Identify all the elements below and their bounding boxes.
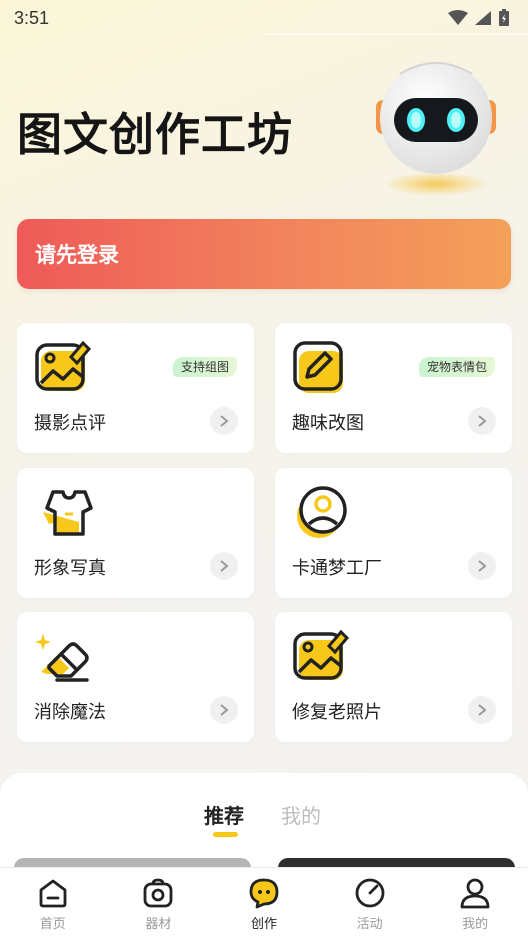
tool-card-restore[interactable]: 修复老照片 [275,612,512,742]
status-divider [265,34,528,35]
tab-indicator [213,832,238,837]
chevron-right-icon [468,552,496,580]
nav-create[interactable]: 创作 [211,868,317,939]
nav-activity-label: 活动 [356,917,383,932]
tool-card-photo-review[interactable]: 支持组图 摄影点评 [17,323,254,453]
tab-recommend[interactable]: 推荐 [204,800,244,829]
camera-bag-icon [143,878,173,908]
user-icon [460,878,490,909]
chevron-right-icon [210,552,238,580]
bottom-nav: 首页 器材 创作 活动 我的 [0,867,528,939]
tshirt-icon [43,490,93,536]
wifi-icon [448,10,468,25]
home-icon [39,879,67,908]
tool-tag-fun-edit: 宠物表情包 [418,357,495,377]
nav-equipment-label: 器材 [145,917,172,932]
photo-restore-icon [293,629,350,680]
tool-label-cartoon: 卡通梦工厂 [292,558,382,579]
nav-activity[interactable]: 活动 [317,868,423,939]
page-title: 图文创作工坊 [17,108,294,161]
gauge-icon [355,878,384,908]
tool-card-portrait[interactable]: 形象写真 [17,468,254,598]
nav-profile-label: 我的 [462,917,489,932]
tool-card-fun-edit[interactable]: 宠物表情包 趣味改图 [275,323,512,453]
nav-profile[interactable]: 我的 [422,868,528,939]
tool-label-erase: 消除魔法 [34,702,106,723]
chevron-right-icon [210,407,238,435]
tool-card-cartoon[interactable]: 卡通梦工厂 [275,468,512,598]
nav-home-label: 首页 [39,917,66,932]
chat-bubble-icon [249,878,279,909]
battery-icon [499,9,509,26]
status-bar: 3:51 [0,0,528,36]
tool-label-fun-edit: 趣味改图 [292,413,364,434]
nav-home[interactable]: 首页 [0,868,106,939]
status-icons [448,9,510,27]
tool-label-photo-review: 摄影点评 [34,413,106,434]
tool-card-erase[interactable]: 消除魔法 [17,612,254,742]
signal-icon [475,11,491,25]
eraser-icon [35,634,89,682]
chevron-right-icon [210,696,238,724]
status-time: 3:51 [14,7,50,28]
pencil-square-icon [293,341,343,393]
photo-edit-icon [35,340,92,391]
chevron-right-icon [468,696,496,724]
login-banner-label: 请先登录 [35,243,119,267]
robot-mascot-icon [376,62,496,196]
chevron-right-icon [468,407,496,435]
nav-equipment[interactable]: 器材 [106,868,212,939]
nav-create-label: 创作 [250,917,277,932]
tool-label-restore: 修复老照片 [292,702,382,723]
tool-tag-photo-review: 支持组图 [172,357,237,377]
tab-mine[interactable]: 我的 [281,800,321,829]
avatar-circle-icon [297,486,347,538]
tool-label-portrait: 形象写真 [34,558,106,579]
login-banner[interactable]: 请先登录 [17,219,511,289]
